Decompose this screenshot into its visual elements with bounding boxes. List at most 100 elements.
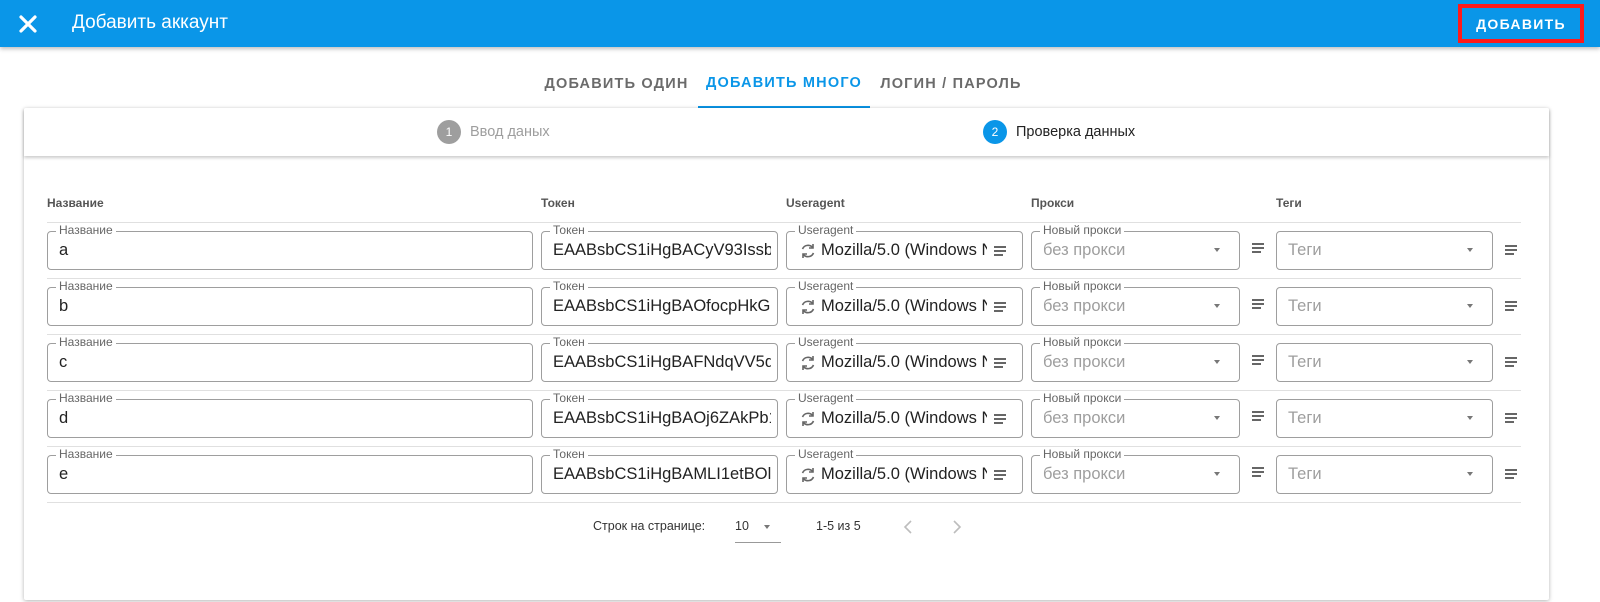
menu-lines-icon[interactable] [1252,299,1266,310]
tags-select[interactable]: Теги [1276,231,1493,270]
chevron-right-icon[interactable] [951,520,963,534]
menu-lines-icon[interactable] [994,246,1008,257]
name-field[interactable]: Название d [47,391,533,438]
proxy-select[interactable]: Новый прокси без прокси [1031,223,1240,270]
proxy-value: без прокси [1043,297,1126,315]
step-1[interactable]: 1 Ввод даных [437,120,550,144]
useragent-value: Mozilla/5.0 (Windows N [821,353,987,371]
field-label: Новый прокси [1040,335,1125,349]
token-value: EAABsbCS1iHgBAOj6ZAkPb10 [553,409,771,427]
dropdown-caret-icon [1214,472,1220,476]
token-value: EAABsbCS1iHgBACyV93IssbK [553,241,771,259]
tags-value: Теги [1288,241,1322,259]
tab-add-one[interactable]: ДОБАВИТЬ ОДИН [536,60,697,108]
field-label: Токен [550,223,588,237]
add-account-button[interactable]: ДОБАВИТЬ [1458,4,1584,43]
field-label: Useragent [795,279,857,293]
close-button[interactable] [13,9,43,39]
tab-add-many[interactable]: ДОБАВИТЬ МНОГО [698,60,870,108]
field-label: Новый прокси [1040,223,1125,237]
useragent-field[interactable]: Useragent Mozilla/5.0 (Windows N [786,279,1023,326]
tab-login-password[interactable]: ЛОГИН / ПАРОЛЬ [870,60,1032,108]
refresh-icon[interactable] [799,354,817,372]
pagination-range: 1-5 из 5 [816,519,861,533]
chevron-left-icon[interactable] [902,520,914,534]
field-label: Новый прокси [1040,391,1125,405]
row-divider [47,502,1521,503]
token-field[interactable]: Токен EAABsbCS1iHgBAOfocpHkGpr [541,279,778,326]
field-label: Название [56,279,116,293]
step-number: 2 [983,120,1007,144]
dropdown-caret-icon [1214,248,1220,252]
step-2[interactable]: 2 Проверка данных [983,120,1135,144]
field-label: Токен [550,335,588,349]
row-divider [47,334,1521,335]
name-field[interactable]: Название a [47,223,533,270]
token-field[interactable]: Токен EAABsbCS1iHgBACyV93IssbK [541,223,778,270]
tags-select[interactable]: Теги [1276,343,1493,382]
proxy-value: без прокси [1043,241,1126,259]
name-value: c [59,353,68,371]
tags-value: Теги [1288,353,1322,371]
useragent-field[interactable]: Useragent Mozilla/5.0 (Windows N [786,335,1023,382]
row-divider [47,446,1521,447]
menu-lines-icon[interactable] [994,302,1008,313]
content-card: 1 Ввод даных 2 Проверка данных Название … [24,108,1549,600]
menu-lines-icon[interactable] [994,414,1008,425]
menu-lines-icon[interactable] [1505,245,1519,256]
page-title: Добавить аккаунт [72,12,228,33]
token-value: EAABsbCS1iHgBAOfocpHkGpr [553,297,771,315]
menu-lines-icon[interactable] [1505,357,1519,368]
proxy-select[interactable]: Новый прокси без прокси [1031,447,1240,494]
proxy-select[interactable]: Новый прокси без прокси [1031,391,1240,438]
rows-per-page-label: Строк на странице: [593,519,706,533]
proxy-value: без прокси [1043,465,1126,483]
menu-lines-icon[interactable] [1505,469,1519,480]
menu-lines-icon[interactable] [1252,467,1266,478]
proxy-select[interactable]: Новый прокси без прокси [1031,335,1240,382]
menu-lines-icon[interactable] [1252,411,1266,422]
dropdown-caret-icon [1214,304,1220,308]
refresh-icon[interactable] [799,242,817,260]
field-label: Токен [550,447,588,461]
token-value: EAABsbCS1iHgBAFNdqVV5d5 [553,353,771,371]
dropdown-caret-icon [1467,472,1473,476]
tags-select[interactable]: Теги [1276,399,1493,438]
token-field[interactable]: Токен EAABsbCS1iHgBAOj6ZAkPb10 [541,391,778,438]
menu-lines-icon[interactable] [994,358,1008,369]
rows-per-page-value: 10 [735,519,749,533]
refresh-icon[interactable] [799,410,817,428]
column-header-tags: Теги [1276,196,1302,210]
dropdown-caret-icon [1467,248,1473,252]
menu-lines-icon[interactable] [1252,355,1266,366]
proxy-select[interactable]: Новый прокси без прокси [1031,279,1240,326]
useragent-value: Mozilla/5.0 (Windows N [821,465,987,483]
token-field[interactable]: Токен EAABsbCS1iHgBAFNdqVV5d5 [541,335,778,382]
row-divider [47,390,1521,391]
useragent-field[interactable]: Useragent Mozilla/5.0 (Windows N [786,391,1023,438]
menu-lines-icon[interactable] [1252,243,1266,254]
menu-lines-icon[interactable] [994,470,1008,481]
name-field[interactable]: Название c [47,335,533,382]
tags-value: Теги [1288,409,1322,427]
token-value: EAABsbCS1iHgBAMLI1etBOlO [553,465,771,483]
dropdown-caret-icon [764,525,770,529]
field-label: Название [56,391,116,405]
name-field[interactable]: Название e [47,447,533,494]
tags-select[interactable]: Теги [1276,287,1493,326]
field-label: Название [56,335,116,349]
step-label: Ввод даных [470,124,550,140]
refresh-icon[interactable] [799,298,817,316]
token-field[interactable]: Токен EAABsbCS1iHgBAMLI1etBOlO [541,447,778,494]
useragent-field[interactable]: Useragent Mozilla/5.0 (Windows N [786,447,1023,494]
menu-lines-icon[interactable] [1505,413,1519,424]
rows-per-page-select[interactable]: 10 [735,511,781,543]
tags-value: Теги [1288,297,1322,315]
useragent-field[interactable]: Useragent Mozilla/5.0 (Windows N [786,223,1023,270]
menu-lines-icon[interactable] [1505,301,1519,312]
tags-select[interactable]: Теги [1276,455,1493,494]
name-field[interactable]: Название b [47,279,533,326]
refresh-icon[interactable] [799,466,817,484]
column-header-token: Токен [541,196,575,210]
dropdown-caret-icon [1467,360,1473,364]
